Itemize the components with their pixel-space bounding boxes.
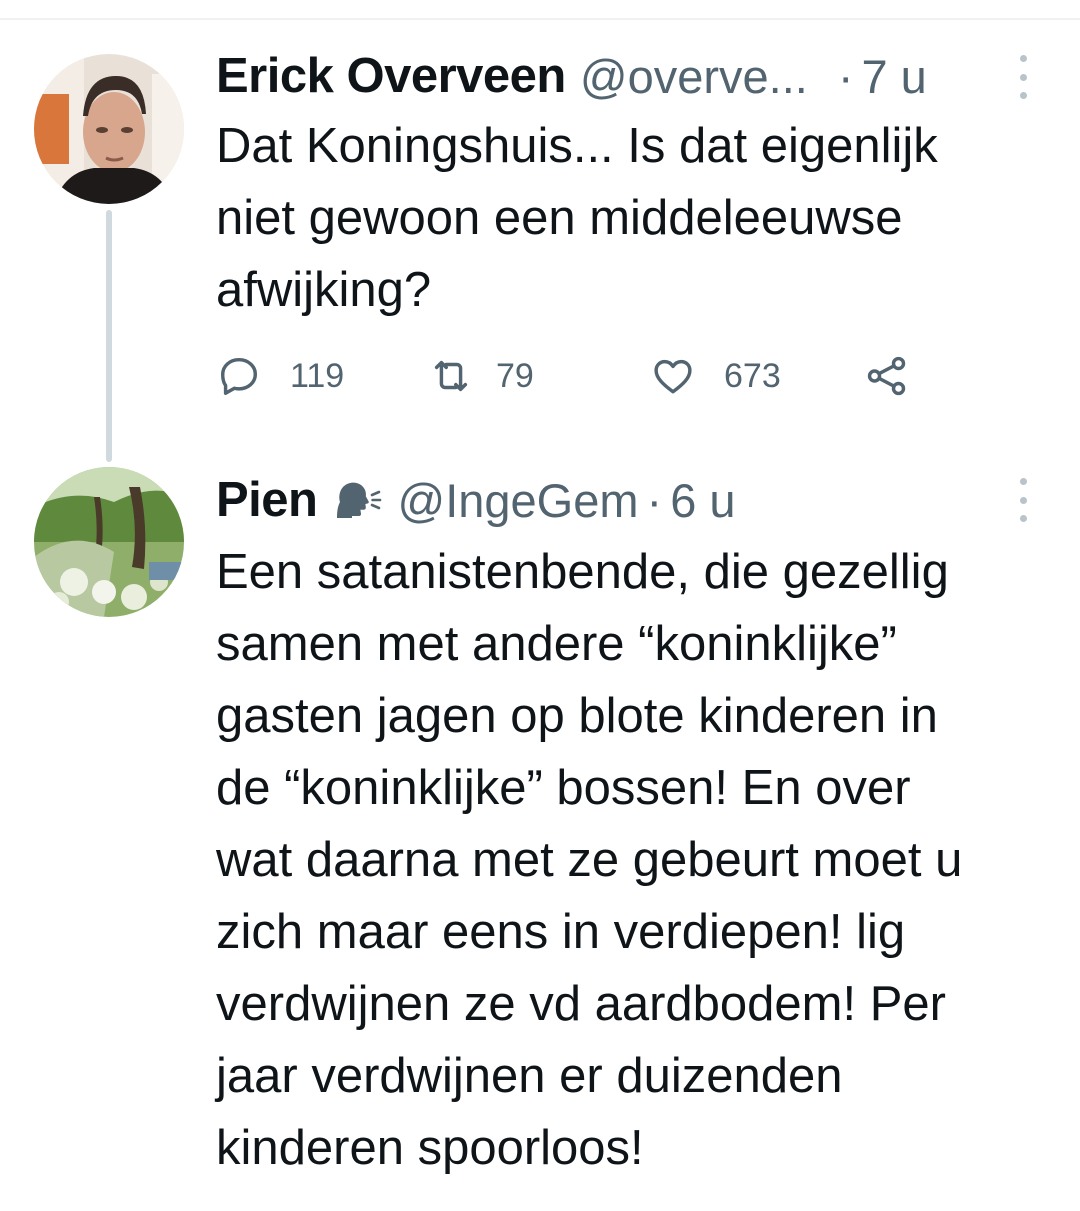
more-options-icon[interactable] (1011, 55, 1035, 99)
reply-icon (220, 357, 258, 395)
author-name[interactable]: Erick Overveen (216, 48, 566, 104)
share-button[interactable] (864, 348, 910, 404)
avatar-erick[interactable] (34, 54, 184, 204)
reply-button[interactable]: 119 (216, 348, 344, 404)
retweet-button[interactable]: 79 (428, 348, 534, 404)
header-separator: · (837, 49, 854, 103)
share-icon (867, 356, 906, 396)
retweet-count: 79 (496, 356, 534, 395)
author-handle[interactable]: @IngeGem (397, 473, 638, 528)
more-options-icon[interactable] (1011, 478, 1035, 522)
retweet-icon (434, 360, 468, 392)
tweet-timestamp[interactable]: 7 u (861, 49, 926, 104)
heart-icon (654, 359, 692, 394)
profile-photo-icon (34, 54, 184, 204)
tweet-timestamp[interactable]: 6 u (670, 473, 735, 528)
tweet-text: Een satanistenbende, die gezellig samen … (216, 545, 963, 1175)
tweet-header: Erick Overveen @overve... · 7 u (216, 44, 927, 108)
like-button[interactable]: 673 (650, 348, 781, 404)
profile-photo-icon (34, 467, 184, 617)
reply-count: 119 (290, 356, 345, 395)
top-divider (0, 18, 1080, 20)
avatar-pien[interactable] (34, 467, 184, 617)
tweet-actions: 119 79 673 (216, 348, 936, 404)
thread-connector (106, 210, 112, 462)
author-handle[interactable]: @overve... (580, 49, 808, 104)
header-separator: · (646, 473, 663, 527)
author-name[interactable]: Pien (216, 472, 318, 528)
tweet-text: Dat Koningshuis... Is dat eigenlijk niet… (216, 119, 938, 317)
tweet-header: Pien @IngeGem · 6 u (216, 468, 736, 532)
speaking-head-icon (337, 482, 382, 518)
like-count: 673 (724, 356, 781, 395)
